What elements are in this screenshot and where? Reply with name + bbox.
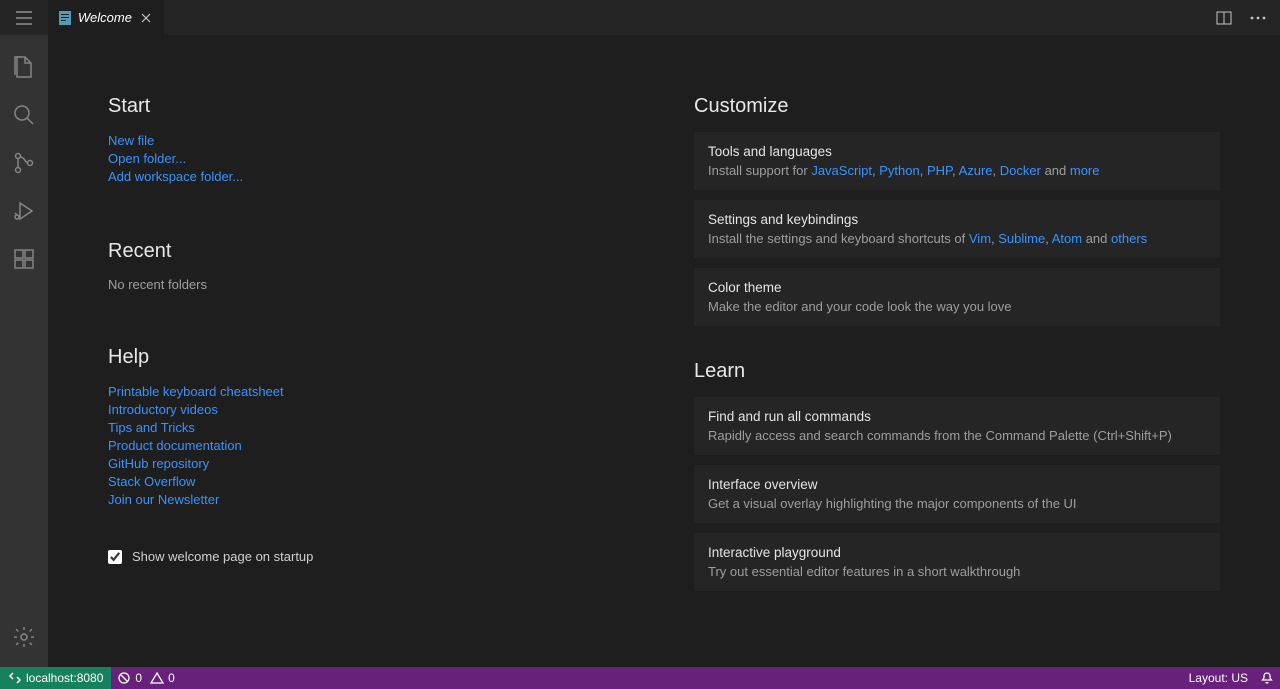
menu-button[interactable] <box>0 0 48 35</box>
recent-section: Recent No recent folders <box>108 240 634 292</box>
customize-theme-card[interactable]: Color theme Make the editor and your cod… <box>694 268 1220 326</box>
help-videos-link[interactable]: Introductory videos <box>108 401 634 419</box>
card-title: Color theme <box>708 280 1206 295</box>
add-workspace-link[interactable]: Add workspace folder... <box>108 168 634 186</box>
problems-indicator[interactable]: 0 0 <box>111 667 180 689</box>
welcome-right-column: Customize Tools and languages Install su… <box>694 95 1220 601</box>
remote-indicator[interactable]: localhost:8080 <box>0 667 111 689</box>
help-so-link[interactable]: Stack Overflow <box>108 473 634 491</box>
key-others-link[interactable]: others <box>1111 231 1147 246</box>
help-tips-link[interactable]: Tips and Tricks <box>108 419 634 437</box>
split-editor-icon[interactable] <box>1212 6 1236 30</box>
lang-azure-link[interactable]: Azure <box>959 163 993 178</box>
desc-and: and <box>1082 231 1111 246</box>
lang-more-link[interactable]: more <box>1070 163 1100 178</box>
welcome-left-column: Start New file Open folder... Add worksp… <box>108 95 634 601</box>
card-desc: Make the editor and your code look the w… <box>708 299 1206 314</box>
card-desc: Install support for JavaScript, Python, … <box>708 163 1206 178</box>
card-desc: Rapidly access and search commands from … <box>708 428 1206 443</box>
help-repo-link[interactable]: GitHub repository <box>108 455 634 473</box>
lang-js-link[interactable]: JavaScript <box>811 163 872 178</box>
help-section: Help Printable keyboard cheatsheet Intro… <box>108 346 634 509</box>
card-title: Interface overview <box>708 477 1206 492</box>
settings-gear-icon[interactable] <box>0 613 48 661</box>
customize-tools-card[interactable]: Tools and languages Install support for … <box>694 132 1220 190</box>
customize-keybindings-card[interactable]: Settings and keybindings Install the set… <box>694 200 1220 258</box>
card-title: Interactive playground <box>708 545 1206 560</box>
customize-heading: Customize <box>694 95 1220 118</box>
card-title: Tools and languages <box>708 144 1206 159</box>
title-actions <box>1212 0 1280 35</box>
help-docs-link[interactable]: Product documentation <box>108 437 634 455</box>
tab-label: Welcome <box>78 10 132 25</box>
status-bar: localhost:8080 0 0 Layout: US <box>0 667 1280 689</box>
key-vim-link[interactable]: Vim <box>969 231 991 246</box>
titlebar: Welcome <box>0 0 1280 35</box>
card-desc: Get a visual overlay highlighting the ma… <box>708 496 1206 511</box>
desc-prefix: Install the settings and keyboard shortc… <box>708 231 969 246</box>
error-count: 0 <box>135 671 142 685</box>
close-icon[interactable] <box>138 10 154 26</box>
desc-and: and <box>1041 163 1070 178</box>
run-debug-icon[interactable] <box>0 187 48 235</box>
card-title: Find and run all commands <box>708 409 1206 424</box>
learn-commands-card[interactable]: Find and run all commands Rapidly access… <box>694 397 1220 455</box>
lang-php-link[interactable]: PHP <box>927 163 952 178</box>
show-welcome-checkbox-input[interactable] <box>108 550 122 564</box>
source-control-icon[interactable] <box>0 139 48 187</box>
welcome-page: Start New file Open folder... Add worksp… <box>48 35 1280 667</box>
key-atom-link[interactable]: Atom <box>1052 231 1082 246</box>
learn-heading: Learn <box>694 360 1220 383</box>
activity-bar <box>0 35 48 667</box>
card-desc: Try out essential editor features in a s… <box>708 564 1206 579</box>
explorer-icon[interactable] <box>0 43 48 91</box>
tab-welcome[interactable]: Welcome <box>48 0 164 35</box>
desc-prefix: Install support for <box>708 163 811 178</box>
warning-count: 0 <box>168 671 175 685</box>
lang-docker-link[interactable]: Docker <box>1000 163 1041 178</box>
help-newsletter-link[interactable]: Join our Newsletter <box>108 491 634 509</box>
start-heading: Start <box>108 95 634 118</box>
more-icon[interactable] <box>1246 12 1270 24</box>
start-section: Start New file Open folder... Add worksp… <box>108 95 634 186</box>
file-icon <box>58 10 72 26</box>
search-icon[interactable] <box>0 91 48 139</box>
key-sublime-link[interactable]: Sublime <box>998 231 1045 246</box>
keyboard-layout[interactable]: Layout: US <box>1183 667 1254 689</box>
extensions-icon[interactable] <box>0 235 48 283</box>
recent-heading: Recent <box>108 240 634 263</box>
notifications-icon[interactable] <box>1254 667 1280 689</box>
card-title: Settings and keybindings <box>708 212 1206 227</box>
tab-strip: Welcome <box>48 0 164 35</box>
help-cheatsheet-link[interactable]: Printable keyboard cheatsheet <box>108 383 634 401</box>
show-welcome-checkbox[interactable]: Show welcome page on startup <box>108 549 634 564</box>
help-heading: Help <box>108 346 634 369</box>
recent-empty: No recent folders <box>108 277 634 292</box>
card-desc: Install the settings and keyboard shortc… <box>708 231 1206 246</box>
show-welcome-checkbox-label: Show welcome page on startup <box>132 549 313 564</box>
lang-py-link[interactable]: Python <box>879 163 919 178</box>
remote-label: localhost:8080 <box>26 671 103 685</box>
new-file-link[interactable]: New file <box>108 132 634 150</box>
layout-label: Layout: US <box>1189 671 1248 685</box>
learn-playground-card[interactable]: Interactive playground Try out essential… <box>694 533 1220 591</box>
open-folder-link[interactable]: Open folder... <box>108 150 634 168</box>
learn-ui-card[interactable]: Interface overview Get a visual overlay … <box>694 465 1220 523</box>
